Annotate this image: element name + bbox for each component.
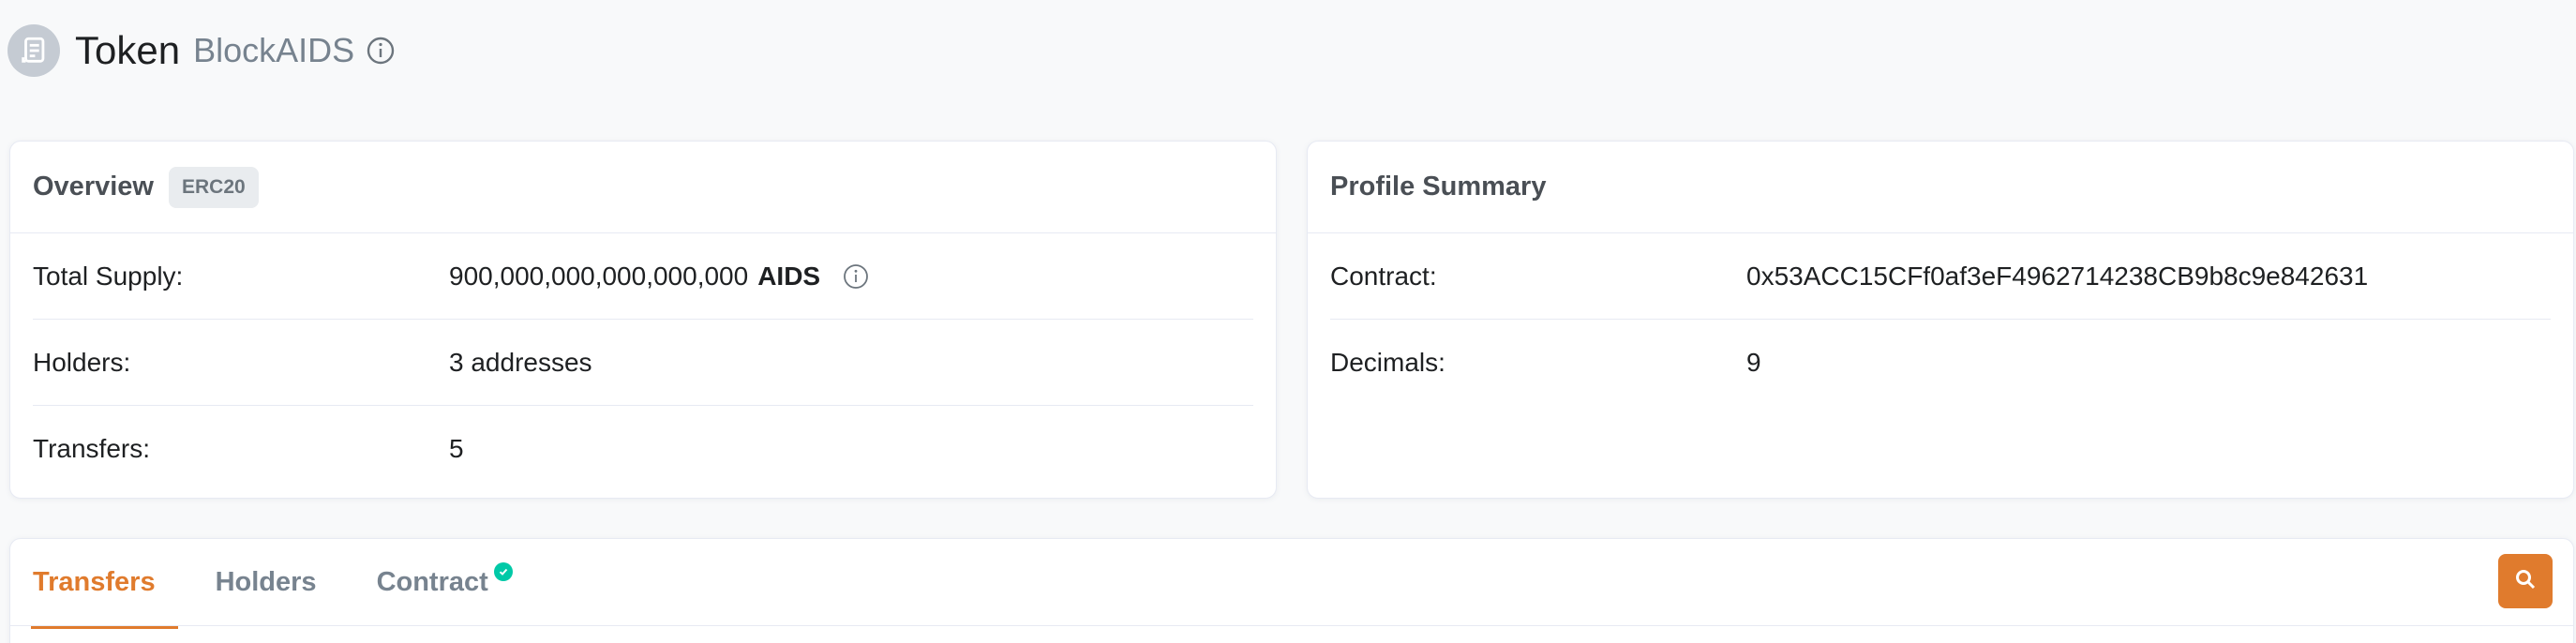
page-title: Token (75, 28, 181, 72)
overview-title: Overview (33, 172, 154, 202)
transfers-row: Transfers: 5 (33, 406, 1253, 492)
token-page: Token BlockAIDS Overview ERC20 Total Sup… (0, 0, 2576, 643)
tab-holders[interactable]: Holders (216, 539, 317, 625)
search-icon (2514, 568, 2537, 595)
profile-summary-title: Profile Summary (1330, 172, 1547, 202)
overview-card: Overview ERC20 Total Supply: 900,000,000… (9, 141, 1277, 499)
verified-check-icon (493, 562, 513, 581)
holders-label: Holders: (33, 347, 131, 377)
tab-holders-label: Holders (215, 566, 317, 597)
search-button[interactable] (2498, 554, 2553, 608)
profile-summary-card: Profile Summary Contract: 0x53ACC15CFf0a… (1307, 141, 2574, 499)
contract-label: Contract: (1330, 261, 1437, 291)
contract-address-link[interactable]: 0x53ACC15CFf0af3eF4962714238CB9b8c9e8426… (1746, 262, 2368, 292)
holders-value[interactable]: 3 addresses (449, 348, 592, 378)
tab-transfers[interactable]: Transfers (31, 539, 178, 629)
tabs-card: Transfers Holders Contract (9, 538, 2574, 643)
total-supply-label: Total Supply: (33, 261, 184, 291)
page-header: Token BlockAIDS (7, 22, 396, 79)
overview-header: Overview ERC20 (10, 142, 1276, 233)
total-supply-row: Total Supply: 900,000,000,000,000,000 AI… (33, 233, 1253, 320)
token-document-icon (7, 24, 60, 77)
token-standard-badge: ERC20 (168, 166, 259, 208)
info-circle-icon[interactable] (843, 263, 869, 290)
total-supply-unit: AIDS (757, 261, 821, 291)
token-name: BlockAIDS (193, 31, 355, 69)
transfers-value: 5 (449, 434, 464, 463)
tab-bar: Transfers Holders Contract (10, 539, 2573, 629)
tab-transfers-label: Transfers (33, 566, 156, 597)
total-supply-value: 900,000,000,000,000,000 (449, 261, 749, 291)
transfers-label: Transfers: (33, 434, 150, 463)
tab-divider (10, 625, 2573, 626)
profile-summary-header: Profile Summary (1308, 142, 2573, 233)
tab-contract[interactable]: Contract (377, 539, 513, 625)
contract-row: Contract: 0x53ACC15CFf0af3eF4962714238CB… (1330, 233, 2551, 320)
decimals-label: Decimals: (1330, 348, 1445, 377)
holders-row: Holders: 3 addresses (33, 320, 1253, 406)
info-circle-icon[interactable] (366, 36, 396, 66)
tab-contract-label: Contract (376, 566, 488, 597)
decimals-value: 9 (1746, 348, 1761, 377)
decimals-row: Decimals: 9 (1330, 320, 2551, 406)
total-supply-value-group: 900,000,000,000,000,000 AIDS (449, 262, 869, 292)
